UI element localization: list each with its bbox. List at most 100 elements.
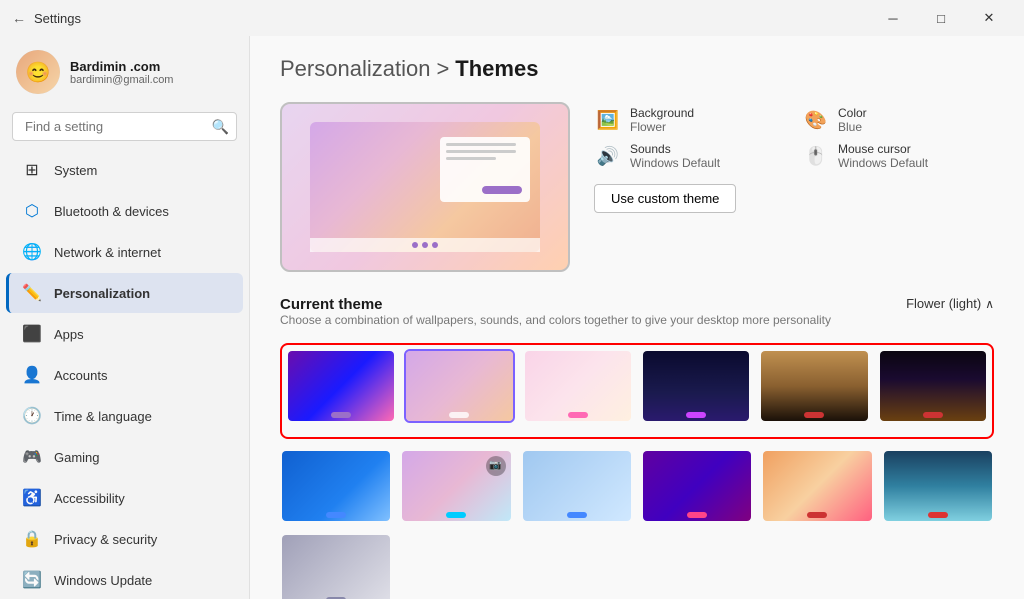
user-info: Bardimin .com bardimin@gmail.com [70,59,173,86]
taskbar-btn-7 [326,512,346,518]
theme-thumb-8[interactable]: 📷 [400,449,512,524]
theme-thumb-11[interactable] [761,449,873,524]
taskbar-dot-3 [432,242,438,248]
search-input[interactable] [12,112,237,141]
close-button[interactable]: ✕ [966,4,1012,32]
taskbar-dot-1 [412,242,418,248]
accounts-label: Accounts [54,368,107,383]
color-text: Color Blue [838,106,867,134]
apps-icon: ⬛ [22,324,42,344]
theme-thumb-5[interactable] [759,349,869,423]
mouse-cursor-text: Mouse cursor Windows Default [838,142,928,170]
search-icon: 🔍 [212,118,229,135]
sidebar-item-update[interactable]: 🔄 Windows Update [6,560,243,599]
sidebar-item-accessibility[interactable]: ♿ Accessibility [6,478,243,518]
theme-taskbar-2 [406,409,512,421]
taskbar-btn-11 [807,512,827,518]
theme-taskbar-3 [525,409,631,421]
apps-label: Apps [54,327,84,342]
user-email: bardimin@gmail.com [70,74,173,86]
sounds-label: Sounds [630,142,720,156]
theme-taskbar-4 [643,409,749,421]
theme-taskbar-5 [761,409,867,421]
theme-thumb-12[interactable] [882,449,994,524]
themes-grid-row1 [286,349,988,423]
sidebar-item-system[interactable]: ⊞ System [6,150,243,190]
theme-preview-image [280,102,570,272]
sidebar-item-accounts[interactable]: 👤 Accounts [6,355,243,395]
use-custom-theme-button[interactable]: Use custom theme [594,184,736,213]
preview-window [440,137,530,202]
taskbar-btn-6 [923,412,943,418]
theme-taskbar-10 [643,509,751,521]
sidebar-item-personalization[interactable]: ✏️ Personalization [6,273,243,313]
breadcrumb: Personalization > Themes [280,56,994,82]
privacy-icon: 🔒 [22,529,42,549]
system-icon: ⊞ [22,160,42,180]
sidebar-item-privacy[interactable]: 🔒 Privacy & security [6,519,243,559]
preview-inner [310,122,540,252]
sidebar-item-bluetooth[interactable]: ⬡ Bluetooth & devices [6,191,243,231]
theme-taskbar-9 [523,509,631,521]
taskbar-btn-5 [804,412,824,418]
preview-line-1 [446,143,516,146]
app-body: 😊 Bardimin .com bardimin@gmail.com 🔍 ⊞ S… [0,36,1024,599]
mouse-cursor-label: Mouse cursor [838,142,928,156]
sidebar-item-time[interactable]: 🕐 Time & language [6,396,243,436]
preview-lines [446,143,524,160]
breadcrumb-parent: Personalization [280,56,430,82]
color-label: Color [838,106,867,120]
flower-light-label: Flower (light) [906,296,981,311]
personalization-label: Personalization [54,286,150,301]
flower-light[interactable]: Flower (light) ∧ [906,296,994,311]
maximize-button[interactable]: □ [918,4,964,32]
sounds-prop: 🔊 Sounds Windows Default [594,142,786,170]
search-box[interactable]: 🔍 [12,112,237,141]
update-label: Windows Update [54,573,152,588]
taskbar-btn-3 [568,412,588,418]
sounds-text: Sounds Windows Default [630,142,720,170]
sidebar-item-network[interactable]: 🌐 Network & internet [6,232,243,272]
taskbar-dot-2 [422,242,428,248]
theme-thumb-9[interactable] [521,449,633,524]
title-bar-left: ← Settings [12,10,81,26]
system-label: System [54,163,97,178]
color-icon: 🎨 [802,106,830,134]
taskbar-btn-12 [928,512,948,518]
bluetooth-label: Bluetooth & devices [54,204,169,219]
taskbar-btn-10 [687,512,707,518]
theme-taskbar-7 [282,509,390,521]
preview-line-2 [446,150,516,153]
mouse-cursor-value: Windows Default [838,156,928,170]
theme-thumb-3[interactable] [523,349,633,423]
sidebar-item-apps[interactable]: ⬛ Apps [6,314,243,354]
theme-thumb-10[interactable] [641,449,753,524]
user-name: Bardimin .com [70,59,173,74]
background-text: Background Flower [630,106,694,134]
theme-taskbar-6 [880,409,986,421]
theme-thumb-7[interactable] [280,449,392,524]
current-theme-desc: Choose a combination of wallpapers, soun… [280,313,831,327]
avatar-image: 😊 [16,50,60,94]
theme-thumb-1[interactable] [286,349,396,423]
theme-preview-section: 🖼️ Background Flower 🎨 Color Blue [280,102,994,272]
taskbar-btn-8 [446,512,466,518]
theme-info: 🖼️ Background Flower 🎨 Color Blue [594,102,994,272]
theme-thumb-13[interactable] [280,533,392,599]
avatar: 😊 [16,50,60,94]
taskbar-btn-9 [567,512,587,518]
theme-thumb-2[interactable] [404,349,514,423]
back-icon[interactable]: ← [12,10,26,26]
theme-taskbar-8 [402,509,510,521]
time-icon: 🕐 [22,406,42,426]
sounds-icon: 🔊 [594,142,622,170]
theme-thumb-6[interactable] [878,349,988,423]
chevron-up-icon: ∧ [985,297,994,311]
theme-thumb-4[interactable] [641,349,751,423]
themes-grid-row3 [280,533,994,599]
breadcrumb-separator: > [436,56,449,82]
background-icon: 🖼️ [594,106,622,134]
sidebar-item-gaming[interactable]: 🎮 Gaming [6,437,243,477]
window-title: Settings [34,11,81,26]
minimize-button[interactable]: ─ [870,4,916,32]
